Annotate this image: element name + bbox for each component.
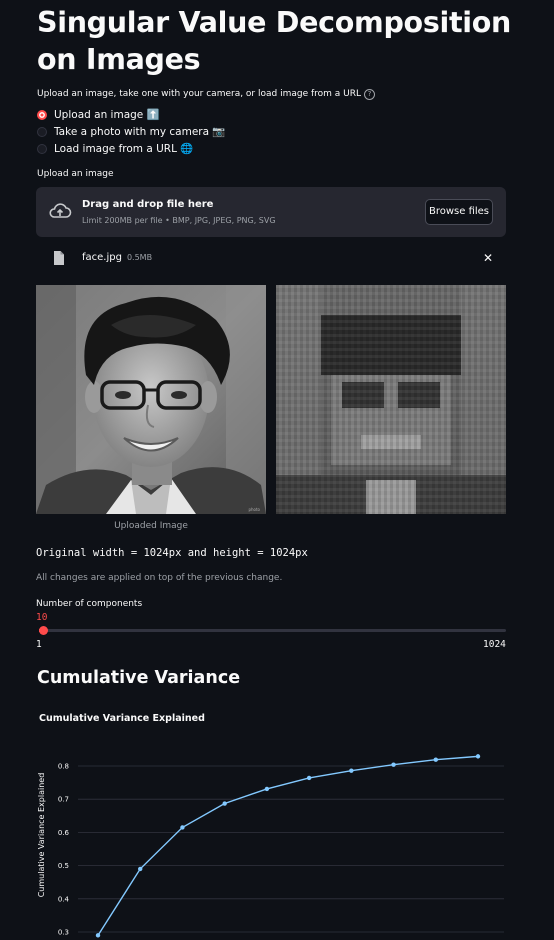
data-point[interactable]: [95, 933, 101, 938]
slider-value: 10: [36, 612, 48, 623]
data-point[interactable]: [222, 801, 227, 806]
chart-y-ticks: 0.3 0.4 0.5 0.6 0.7 0.8: [58, 763, 70, 937]
data-point[interactable]: [349, 768, 354, 773]
radio-url[interactable]: Load image from a URL 🌐: [37, 141, 193, 156]
radio-url-dot[interactable]: [37, 143, 47, 154]
uploaded-image-caption: Uploaded Image: [114, 521, 188, 531]
series-points: [95, 754, 481, 938]
y-tick-label: 0.3: [58, 929, 69, 937]
series-line: [97, 755, 479, 936]
file-icon: [54, 251, 64, 265]
radio-upload-label: Upload an image ⬆️: [54, 109, 160, 121]
slider-max: 1024: [483, 639, 506, 650]
data-point[interactable]: [138, 866, 143, 872]
section-heading: Cumulative Variance: [37, 668, 241, 688]
file-size: 0.5MB: [126, 253, 153, 262]
chart-grid: [78, 765, 504, 933]
source-label: Upload an image, take one with your came…: [37, 89, 376, 100]
y-tick-label: 0.4: [58, 895, 70, 903]
file-name: face.jpg: [82, 252, 122, 263]
slider-min: 1: [36, 639, 42, 650]
y-tick-label: 0.7: [58, 796, 69, 804]
y-tick-label: 0.8: [58, 763, 69, 771]
data-point[interactable]: [475, 754, 481, 759]
reconstructed-image: [276, 285, 506, 514]
browse-files-button[interactable]: Browse files: [425, 199, 493, 225]
uploader-label: Upload an image: [37, 169, 114, 179]
data-point[interactable]: [391, 762, 396, 767]
drop-text: Drag and drop file here: [82, 199, 214, 210]
y-tick-label: 0.6: [58, 829, 70, 837]
page-title: Singular Value Decomposition on Images: [37, 6, 512, 76]
y-tick-label: 0.5: [58, 862, 69, 870]
chart-y-label: Cumulative Variance Explained: [37, 773, 46, 898]
radio-camera-label: Take a photo with my camera 📷: [54, 126, 226, 138]
radio-upload-dot[interactable]: [37, 109, 47, 120]
uploaded-image: photo: [36, 285, 266, 514]
limit-text: Limit 200MB per file • BMP, JPG, JPEG, P…: [82, 216, 276, 225]
radio-url-label: Load image from a URL 🌐: [54, 143, 194, 155]
chart-title: Cumulative Variance Explained: [39, 713, 205, 724]
slider-label: Number of components: [36, 599, 143, 609]
slider-track[interactable]: [39, 629, 506, 632]
radio-upload[interactable]: Upload an image ⬆️: [37, 107, 160, 122]
source-label-text: Upload an image, take one with your came…: [37, 89, 362, 99]
radio-camera[interactable]: Take a photo with my camera 📷: [37, 124, 225, 139]
slider-thumb[interactable]: [38, 626, 48, 635]
data-point[interactable]: [264, 786, 270, 792]
variance-chart: 0.3 0.4 0.5 0.6 0.7 0.8 Cumulative Variance E…: [37, 754, 504, 938]
svg-text:photo: photo: [248, 507, 260, 512]
dimensions-text: Original width = 1024px and height = 102…: [36, 547, 308, 559]
changes-note: All changes are applied on top of the pr…: [36, 573, 283, 583]
data-point[interactable]: [433, 757, 438, 762]
radio-camera-dot[interactable]: [37, 126, 47, 137]
face-photo: photo: [36, 285, 266, 514]
reconstructed-photo: [276, 285, 506, 514]
remove-file-button[interactable]: ✕: [483, 251, 493, 265]
data-point[interactable]: [180, 825, 185, 830]
data-point[interactable]: [306, 775, 312, 781]
uploaded-file: face.jpg 0.5MB: [82, 252, 152, 263]
help-icon[interactable]: ?: [364, 89, 376, 100]
cloud-upload-icon: [49, 203, 72, 218]
